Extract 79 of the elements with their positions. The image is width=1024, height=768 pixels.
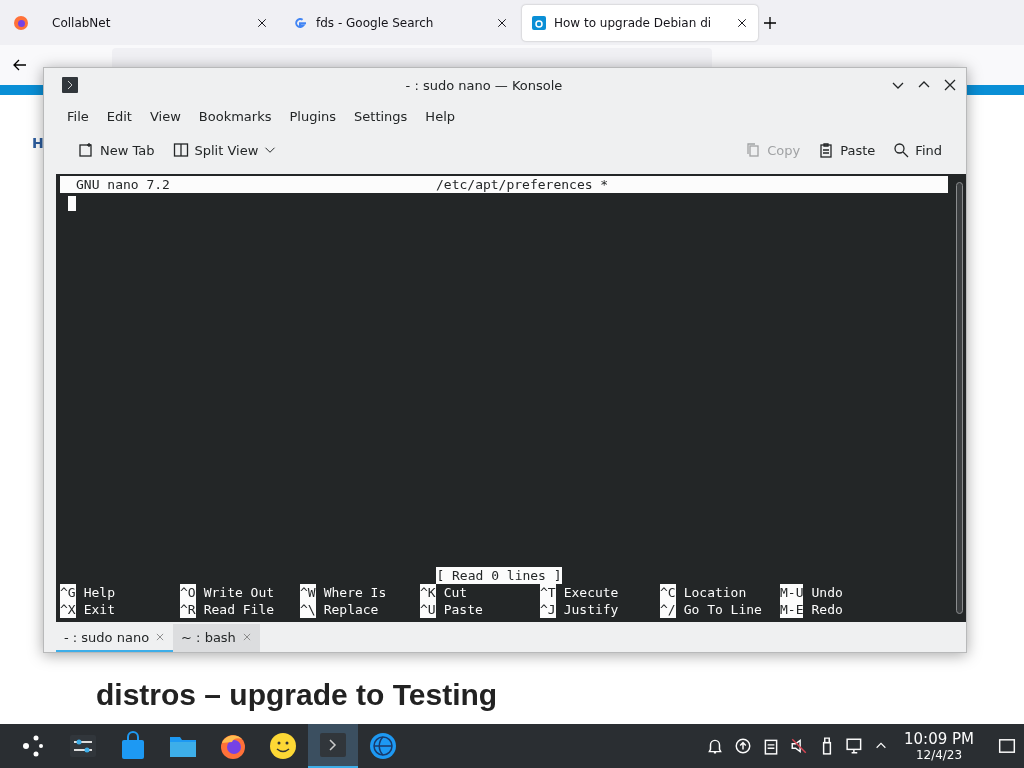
- toolbar-button[interactable]: Split View: [166, 138, 283, 162]
- link-fragment[interactable]: H: [32, 135, 44, 151]
- browser-tab[interactable]: How to upgrade Debian di: [522, 4, 758, 41]
- clipboard-icon: [818, 142, 835, 158]
- shortcut-key: ^T: [540, 584, 556, 601]
- bell-icon[interactable]: [706, 737, 724, 755]
- site-icon: [532, 15, 546, 30]
- shortcut-label: Help: [83, 584, 115, 601]
- menu-item[interactable]: Help: [416, 104, 464, 128]
- menu-item[interactable]: File: [58, 104, 98, 128]
- shortcut-key: ^W: [300, 584, 316, 601]
- url-field[interactable]: [112, 48, 712, 67]
- text-cursor: [68, 196, 76, 211]
- menu-item[interactable]: Settings: [345, 104, 417, 128]
- muted-speaker-icon[interactable]: [790, 737, 808, 755]
- toolbar-button[interactable]: Find: [887, 138, 948, 162]
- close-icon[interactable]: [256, 16, 268, 29]
- terminal-icon: [62, 77, 78, 93]
- shortcut-key: M-E: [780, 601, 804, 618]
- menu-item[interactable]: Plugins: [280, 104, 346, 128]
- close-icon: [155, 632, 166, 642]
- close-icon[interactable]: [736, 16, 748, 29]
- shortcut-key: ^G: [60, 584, 76, 601]
- shortcut-label: Location: [683, 584, 747, 601]
- globe-icon[interactable]: [368, 731, 398, 761]
- session-tab[interactable]: ~ : bash: [173, 624, 260, 652]
- shortcut-key: ^J: [540, 601, 556, 618]
- shortcut-key: ^R: [180, 601, 196, 618]
- shortcut-label: Read File: [203, 601, 275, 618]
- shortcut-key: ^U: [420, 601, 436, 618]
- menu-item[interactable]: Bookmarks: [189, 104, 281, 128]
- update-icon[interactable]: [734, 737, 752, 755]
- shortcut-key: ^/: [660, 601, 676, 618]
- show-desktop-icon[interactable]: [998, 737, 1016, 755]
- shortcut-label: Paste: [443, 601, 483, 618]
- file-name: /etc/apt/preferences *: [436, 176, 609, 193]
- nano-version: GNU nano 7.2: [76, 176, 171, 193]
- menu-item[interactable]: View: [140, 104, 190, 128]
- split-view-icon: [172, 142, 189, 158]
- app-launcher-icon[interactable]: [20, 733, 46, 759]
- shortcut-label: Redo: [811, 601, 843, 618]
- taskbar-app[interactable]: [308, 724, 358, 768]
- search-icon: [893, 142, 910, 158]
- browser-tab[interactable]: CollabNet: [42, 4, 278, 41]
- shortcut-label: Where Is: [323, 584, 387, 601]
- clipboard-icon[interactable]: [762, 737, 780, 755]
- toolbar-button[interactable]: New Tab: [72, 138, 161, 162]
- shortcut-key: ^K: [420, 584, 436, 601]
- shortcut-key: ^O: [180, 584, 196, 601]
- smiley-icon[interactable]: [268, 731, 298, 761]
- terminal-icon[interactable]: [318, 730, 348, 760]
- copy-icon: [745, 142, 762, 158]
- shortcut-label: Execute: [563, 584, 619, 601]
- plus-icon[interactable]: [762, 14, 778, 31]
- menu-item[interactable]: Edit: [97, 104, 141, 128]
- shortcut-label: Cut: [443, 584, 468, 601]
- shortcut-key: ^C: [660, 584, 676, 601]
- window-title: - : sudo nano — Konsole: [404, 77, 564, 93]
- toolbar-button[interactable]: Paste: [812, 138, 882, 162]
- back-arrow-icon[interactable]: [12, 57, 28, 73]
- firefox-icon[interactable]: [13, 14, 29, 31]
- close-icon: [241, 632, 252, 642]
- article-heading: distros – upgrade to Testing: [96, 678, 499, 712]
- network-icon[interactable]: [846, 737, 864, 755]
- shortcut-key: M-U: [780, 584, 804, 601]
- shortcut-label: Write Out: [203, 584, 275, 601]
- browser-tab[interactable]: fds - Google Search: [282, 4, 518, 41]
- shortcut-label: Justify: [563, 601, 619, 618]
- new-tab-icon: [78, 142, 94, 158]
- shortcut-key: ^\: [300, 601, 316, 618]
- close-icon[interactable]: [496, 16, 508, 29]
- shortcut-key: ^X: [60, 601, 76, 618]
- shortcut-label: Go To Line: [683, 601, 762, 618]
- close-icon[interactable]: [942, 77, 958, 93]
- status-message: [ Read 0 lines ]: [436, 567, 562, 584]
- shortcut-label: Replace: [323, 601, 379, 618]
- shortcut-label: Undo: [811, 584, 843, 601]
- shortcut-label: Exit: [83, 601, 115, 618]
- clock[interactable]: 10:09 PM 12/4/23: [904, 730, 974, 762]
